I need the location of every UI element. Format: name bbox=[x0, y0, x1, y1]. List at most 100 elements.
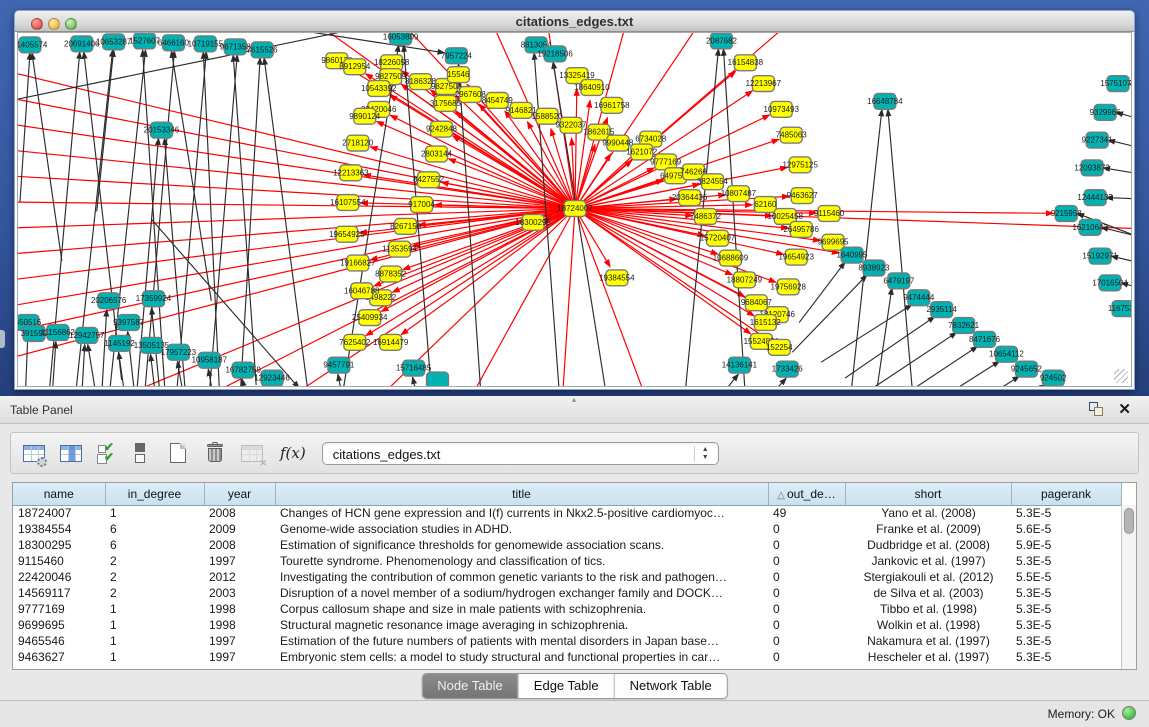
network-node[interactable]: 1640995 bbox=[837, 247, 869, 263]
network-edge[interactable] bbox=[370, 147, 575, 209]
network-node[interactable]: 7615526 bbox=[247, 42, 279, 58]
network-graph[interactable]: 1872400718300295193845549860128891295418… bbox=[18, 33, 1131, 386]
network-node[interactable]: 8267150 bbox=[390, 218, 422, 234]
table-cell[interactable]: 5.9E-5 bbox=[1011, 537, 1121, 553]
network-node[interactable]: 20691406 bbox=[64, 36, 100, 52]
table-cell[interactable]: 6 bbox=[105, 521, 204, 537]
network-node[interactable]: 12213967 bbox=[746, 76, 782, 92]
network-edge[interactable] bbox=[18, 209, 575, 258]
table-cell[interactable]: 2003 bbox=[204, 585, 275, 601]
table-cell[interactable]: 5.3E-5 bbox=[1011, 649, 1121, 665]
network-node[interactable]: 17016504 bbox=[1092, 275, 1128, 291]
table-cell[interactable]: 19384554 bbox=[13, 521, 105, 537]
network-edge[interactable] bbox=[238, 58, 260, 386]
network-node[interactable]: 9457791 bbox=[323, 357, 355, 373]
table-cell[interactable]: 14569117 bbox=[13, 585, 105, 601]
network-node[interactable]: 2803144 bbox=[421, 146, 453, 162]
network-node[interactable]: 20206576 bbox=[91, 293, 127, 309]
network-node[interactable]: 8471676 bbox=[969, 331, 1001, 347]
network-node[interactable]: 16210643 bbox=[1072, 219, 1108, 235]
table-cell[interactable]: Nakamura et al. (1997) bbox=[845, 633, 1011, 649]
network-node[interactable]: 19384554 bbox=[599, 270, 635, 286]
table-cell[interactable]: 1997 bbox=[204, 649, 275, 665]
function-builder-icon[interactable]: f(x) bbox=[280, 444, 306, 462]
network-node[interactable]: 9242848 bbox=[426, 121, 458, 137]
network-node[interactable]: 7957224 bbox=[441, 48, 473, 64]
network-node[interactable]: 917004 bbox=[408, 197, 435, 213]
network-edge[interactable] bbox=[32, 53, 62, 261]
network-edge[interactable] bbox=[821, 305, 912, 363]
network-edge[interactable] bbox=[560, 209, 575, 386]
table-cell[interactable]: 5.3E-5 bbox=[1011, 601, 1121, 617]
table-cell[interactable]: Dudbridge et al. (2008) bbox=[845, 537, 1011, 553]
network-node[interactable]: 2935114 bbox=[926, 302, 957, 318]
scrollbar-thumb[interactable] bbox=[1124, 508, 1134, 534]
network-node[interactable]: 7486372 bbox=[690, 209, 722, 225]
table-cell[interactable]: 18724007 bbox=[13, 505, 105, 521]
table-cell[interactable]: 9699695 bbox=[13, 617, 105, 633]
network-node[interactable]: 1167533 bbox=[1108, 301, 1131, 317]
table-cell[interactable]: 9777169 bbox=[13, 601, 105, 617]
network-node[interactable]: 16154838 bbox=[728, 55, 764, 71]
network-node[interactable]: 8878352 bbox=[375, 266, 407, 282]
network-canvas[interactable]: 1872400718300295193845549860128891295418… bbox=[17, 32, 1132, 387]
network-node[interactable]: 10719155 bbox=[188, 36, 224, 52]
table-cell[interactable]: Wolkin et al. (1998) bbox=[845, 617, 1011, 633]
network-node[interactable]: 17359924 bbox=[136, 291, 172, 307]
network-node[interactable]: 19166827 bbox=[340, 255, 376, 271]
network-node[interactable] bbox=[427, 372, 449, 386]
network-node[interactable]: 16961758 bbox=[594, 97, 630, 113]
table-cell[interactable]: de Silva et al. (2003) bbox=[845, 585, 1011, 601]
table-cell[interactable]: 5.5E-5 bbox=[1011, 569, 1121, 585]
network-node[interactable]: 9397587 bbox=[113, 315, 145, 331]
network-node[interactable]: 9463627 bbox=[787, 188, 819, 204]
network-node[interactable]: 2718120 bbox=[342, 135, 374, 151]
table-cell[interactable]: Estimation of significance thresholds fo… bbox=[275, 537, 768, 553]
table-cell[interactable]: Franke et al. (2009) bbox=[845, 521, 1011, 537]
column-header-in_degree[interactable]: in_degree bbox=[105, 483, 204, 505]
table-row[interactable]: 1872400712008Changes of HCN gene express… bbox=[13, 505, 1121, 521]
network-node[interactable]: 9322037 bbox=[556, 117, 588, 133]
network-node[interactable]: 924502 bbox=[1040, 370, 1067, 386]
network-edge[interactable] bbox=[143, 50, 168, 386]
table-cell[interactable]: 1997 bbox=[204, 633, 275, 649]
network-edge[interactable] bbox=[242, 379, 253, 386]
network-node[interactable]: 12093872 bbox=[1074, 160, 1110, 176]
table-cell[interactable]: 2 bbox=[105, 569, 204, 585]
table-cell[interactable]: Estimation of the future numbers of pati… bbox=[275, 633, 768, 649]
network-node[interactable]: 9245652 bbox=[1011, 361, 1043, 377]
table-cell[interactable]: 2009 bbox=[204, 521, 275, 537]
select-columns-icon[interactable] bbox=[57, 439, 85, 467]
network-node[interactable]: 9890124 bbox=[349, 108, 381, 124]
table-cell[interactable]: 0 bbox=[768, 633, 845, 649]
network-node[interactable]: 15546 bbox=[447, 67, 470, 83]
table-cell[interactable]: Embryonic stem cells: a model to study s… bbox=[275, 649, 768, 665]
splitter-grip[interactable]: ▴ bbox=[569, 397, 579, 403]
network-node[interactable]: 15716485 bbox=[396, 360, 432, 376]
network-node[interactable]: 62160 bbox=[754, 197, 777, 213]
network-node[interactable]: 16914479 bbox=[373, 334, 409, 350]
network-edge[interactable] bbox=[723, 49, 747, 386]
table-cell[interactable]: Disruption of a novel member of a sodium… bbox=[275, 585, 768, 601]
table-cell[interactable]: 0 bbox=[768, 617, 845, 633]
network-edge[interactable] bbox=[413, 377, 425, 386]
column-header-pagerank[interactable]: pagerank bbox=[1011, 483, 1121, 505]
table-cell[interactable]: 1 bbox=[105, 601, 204, 617]
table-cell[interactable]: 1998 bbox=[204, 601, 275, 617]
table-cell[interactable]: Jankovic et al. (1997) bbox=[845, 553, 1011, 569]
network-node[interactable]: 152254 bbox=[766, 339, 793, 355]
network-node[interactable]: 10807487 bbox=[721, 186, 757, 202]
network-node[interactable]: 9215958 bbox=[1051, 206, 1083, 222]
network-node[interactable]: 11405574 bbox=[18, 37, 48, 53]
table-cell[interactable]: 9115460 bbox=[13, 553, 105, 569]
network-node[interactable]: 14136141 bbox=[722, 357, 758, 373]
column-header-name[interactable]: name bbox=[13, 483, 105, 505]
table-cell[interactable]: Changes of HCN gene expression and I(f) … bbox=[275, 505, 768, 521]
table-cell[interactable]: 2012 bbox=[204, 569, 275, 585]
network-edge[interactable] bbox=[88, 344, 102, 386]
table-row[interactable]: 969969511998Structural magnetic resonanc… bbox=[13, 617, 1121, 633]
network-node[interactable]: 7832621 bbox=[948, 318, 980, 334]
table-cell[interactable]: 1998 bbox=[204, 617, 275, 633]
network-edge[interactable] bbox=[18, 63, 575, 209]
network-edge[interactable] bbox=[575, 100, 590, 208]
